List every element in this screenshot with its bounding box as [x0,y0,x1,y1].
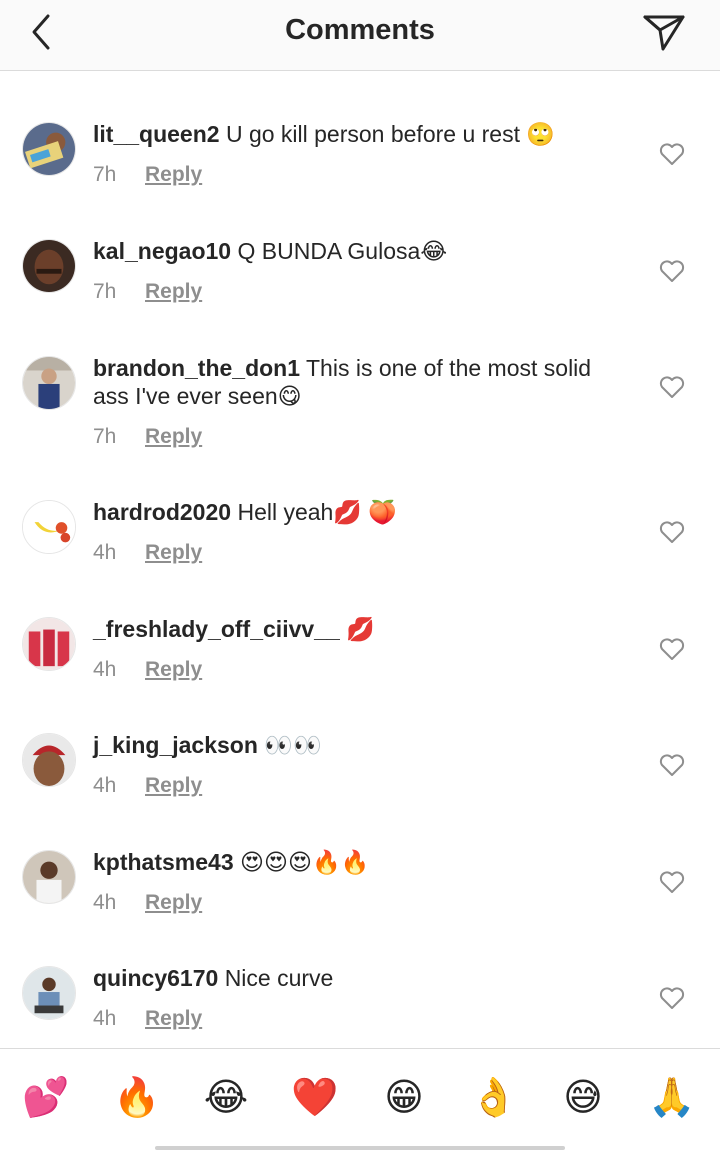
reply-button[interactable]: Reply [145,658,202,681]
comment-time: 7h [93,425,117,448]
comment-meta: 4h Reply [93,774,202,798]
comment-body: kpthatsme43 😍😍😍🔥🔥 [93,848,633,876]
reply-button[interactable]: Reply [145,280,202,303]
top-bar: Comments [0,0,720,71]
comment-username[interactable]: quincy6170 [93,965,218,991]
reply-button[interactable]: Reply [145,541,202,564]
comment-text: Nice curve [224,965,334,991]
heart-icon[interactable] [659,637,685,661]
emoji-button[interactable]: 😁 [380,1074,428,1122]
comment-time: 4h [93,891,117,914]
reply-button[interactable]: Reply [145,774,202,797]
comment-meta: 7h Reply [93,280,202,304]
comment-username[interactable]: kal_negao10 [93,238,231,264]
reply-button[interactable]: Reply [145,1007,202,1030]
emoji-button[interactable]: 😅 [559,1074,607,1122]
comment-body: quincy6170 Nice curve [93,964,633,992]
heart-icon[interactable] [659,142,685,166]
comment-text: U go kill person before u rest 🙄 [225,121,556,147]
home-indicator [155,1146,565,1150]
emoji-button[interactable]: ❤️ [291,1074,339,1122]
reply-button[interactable]: Reply [145,425,202,448]
comment-time: 7h [93,280,117,303]
comment-username[interactable]: kpthatsme43 [93,849,234,875]
reply-button[interactable]: Reply [145,891,202,914]
avatar[interactable] [22,500,76,554]
comment-text: Q BUNDA Gulosa😂 [237,238,448,264]
comment-username[interactable]: brandon_the_don1 [93,355,300,381]
heart-icon[interactable] [659,259,685,283]
comment-text: 😍😍😍🔥🔥 [240,849,370,875]
emoji-button[interactable]: 👌 [470,1074,518,1122]
comment-username[interactable]: lit__queen2 [93,121,220,147]
comment-text: Hell yeah💋 🍑 [237,499,398,525]
comment-body: brandon_the_don1 This is one of the most… [93,354,633,410]
heart-icon[interactable] [659,520,685,544]
avatar[interactable] [22,122,76,176]
avatar[interactable] [22,850,76,904]
page-title: Comments [285,14,435,46]
comment-meta: 4h Reply [93,891,202,915]
reply-button[interactable]: Reply [145,163,202,186]
avatar[interactable] [22,239,76,293]
paper-plane-icon [643,15,685,51]
comment-time: 4h [93,774,117,797]
share-button[interactable] [638,8,690,56]
quick-emoji-bar: 💕 🔥 😂 ❤️ 😁 👌 😅 🙏 [0,1048,720,1150]
comment-body: j_king_jackson 👀👀 [93,731,633,759]
comment-time: 4h [93,541,117,564]
comment-body: hardrod2020 Hell yeah💋 🍑 [93,498,633,526]
heart-icon[interactable] [659,753,685,777]
emoji-button[interactable]: 🙏 [648,1074,696,1122]
comment-text: 👀👀 [264,732,322,758]
comment-body: _freshlady_off_ciivv__ 💋 [93,615,633,643]
comment-username[interactable]: hardrod2020 [93,499,231,525]
comment-username[interactable]: j_king_jackson [93,732,258,758]
avatar[interactable] [22,966,76,1020]
comment-body: kal_negao10 Q BUNDA Gulosa😂 [93,237,633,265]
avatar[interactable] [22,733,76,787]
comment-meta: 4h Reply [93,1007,202,1031]
heart-icon[interactable] [659,375,685,399]
comment-meta: 4h Reply [93,541,202,565]
comment-meta: 4h Reply [93,658,202,682]
comment-time: 4h [93,1007,117,1030]
comment-list[interactable]: lit__queen2 U go kill person before u re… [0,72,720,1047]
comment-time: 7h [93,163,117,186]
emoji-button[interactable]: 🔥 [113,1074,161,1122]
avatar[interactable] [22,617,76,671]
comment-body: lit__queen2 U go kill person before u re… [93,120,633,148]
comment-time: 4h [93,658,117,681]
heart-icon[interactable] [659,986,685,1010]
comment-meta: 7h Reply [93,425,202,449]
comment-username[interactable]: _freshlady_off_ciivv__ [93,616,340,642]
comment-meta: 7h Reply [93,163,202,187]
comment-text: 💋 [346,616,375,642]
avatar[interactable] [22,356,76,410]
heart-icon[interactable] [659,870,685,894]
emoji-button[interactable]: 💕 [22,1074,70,1122]
emoji-button[interactable]: 😂 [202,1074,250,1122]
